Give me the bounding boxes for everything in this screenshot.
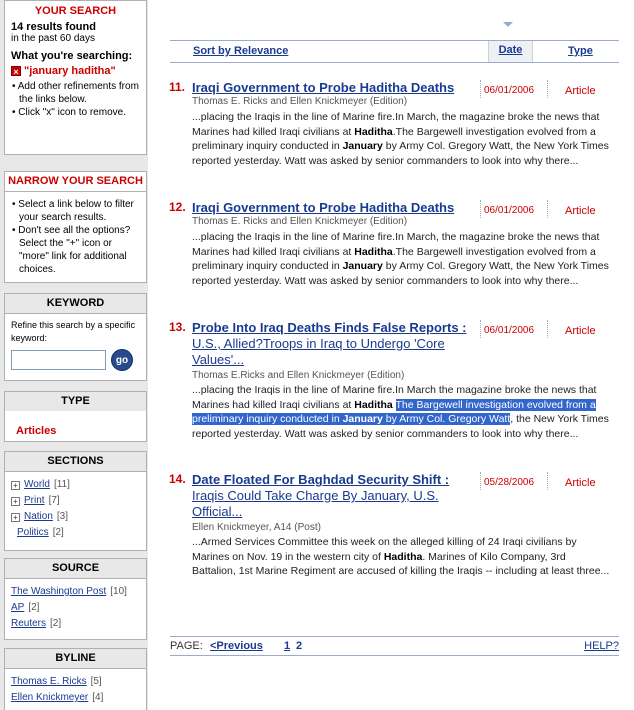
result-snippet: ...placing the Iraqis in the line of Mar… bbox=[192, 231, 609, 287]
source-box: SOURCE The Washington Post [10] AP [2] Reu… bbox=[4, 558, 147, 640]
keyword-desc: Refine this search by a specific keyword… bbox=[11, 320, 136, 343]
byline-link-knickmeyer[interactable]: Ellen Knickmeyer bbox=[11, 690, 88, 706]
tip-item: • Don't see all the options? Select the … bbox=[12, 225, 131, 275]
plus-icon[interactable]: + bbox=[11, 512, 20, 522]
byline-title: BYLINE bbox=[5, 649, 146, 669]
previous-page-link[interactable]: <Previous bbox=[210, 640, 263, 652]
pager: PAGE: <Previous 1 2 HELP? bbox=[170, 636, 619, 656]
result-byline: Thomas E. Ricks and Ellen Knickmeyer (Ed… bbox=[192, 216, 408, 227]
result-snippet: ...Armed Services Committee this week on… bbox=[192, 536, 610, 577]
page-2-current: 2 bbox=[296, 640, 303, 652]
result-number: 12. bbox=[169, 200, 186, 214]
result-date: 06/01/2006 bbox=[484, 205, 535, 216]
result-date: 06/01/2006 bbox=[484, 325, 535, 336]
result-number: 13. bbox=[169, 320, 186, 334]
result-type: Article bbox=[565, 205, 596, 217]
result-title-link[interactable]: Iraqi Government to Probe Haditha Deaths bbox=[192, 80, 474, 96]
result-date: 06/01/2006 bbox=[484, 85, 535, 96]
byline-item: Ellen Knickmeyer [4] bbox=[11, 690, 140, 706]
result-type: Article bbox=[565, 477, 596, 489]
keyword-title: KEYWORD bbox=[5, 294, 146, 314]
section-item-world: + World [11] bbox=[11, 477, 140, 493]
result-byline: Thomas E. Ricks and Ellen Knickmeyer (Ed… bbox=[192, 96, 408, 107]
sort-indicator-icon bbox=[503, 22, 513, 27]
keyword-input[interactable] bbox=[11, 350, 106, 370]
sort-date-link[interactable]: Date bbox=[499, 44, 523, 56]
source-item: Reuters [2] bbox=[11, 616, 140, 632]
result-type: Article bbox=[565, 85, 596, 97]
narrow-search-box: NARROW YOUR SEARCH • Select a link below… bbox=[4, 171, 147, 283]
search-term: × "january haditha" bbox=[5, 65, 146, 77]
keyword-box: KEYWORD Refine this search by a specific… bbox=[4, 293, 147, 381]
result-title-link[interactable]: Probe Into Iraq Deaths Finds False Repor… bbox=[192, 320, 467, 335]
section-item-nation: + Nation [3] bbox=[11, 509, 140, 525]
sections-title: SECTIONS bbox=[5, 452, 146, 472]
sections-box: SECTIONS + World [11] + Print [7] + Nation [3]… bbox=[4, 451, 147, 551]
narrow-search-title: NARROW YOUR SEARCH bbox=[5, 172, 146, 192]
source-link-reuters[interactable]: Reuters bbox=[11, 616, 46, 632]
source-link-washington-post[interactable]: The Washington Post bbox=[11, 584, 106, 600]
byline-box: BYLINE Thomas E. Ricks [5] Ellen Knickmey… bbox=[4, 648, 147, 710]
type-value: Articles bbox=[16, 425, 57, 437]
sidebar: YOUR SEARCH 14 results found in the past… bbox=[0, 0, 148, 710]
plus-icon[interactable]: + bbox=[11, 496, 20, 506]
page-1-link[interactable]: 1 bbox=[284, 640, 290, 652]
source-title: SOURCE bbox=[5, 559, 146, 579]
search-tips: • Add other refinements from the links b… bbox=[5, 80, 146, 119]
sort-bar: Sort by Relevance Date Type bbox=[170, 40, 619, 63]
result-number: 11. bbox=[169, 80, 186, 94]
plus-icon[interactable]: + bbox=[11, 480, 20, 490]
source-link-ap[interactable]: AP bbox=[11, 600, 24, 616]
result-title-link[interactable]: Iraqi Government to Probe Haditha Deaths bbox=[192, 200, 474, 216]
pager-label: PAGE: bbox=[170, 640, 203, 652]
your-search-title: YOUR SEARCH bbox=[34, 5, 117, 17]
results-count: 14 results found bbox=[11, 21, 96, 33]
searching-label: What you're searching: bbox=[11, 50, 133, 62]
byline-link-ricks[interactable]: Thomas E. Ricks bbox=[11, 674, 87, 690]
section-item-print: + Print [7] bbox=[11, 493, 140, 509]
section-item-politics: Politics [2] bbox=[11, 525, 140, 541]
result-number: 14. bbox=[169, 472, 186, 486]
result-subtitle-link[interactable]: Iraqis Could Take Charge By January, U.S… bbox=[192, 488, 439, 519]
type-box: TYPE Articles bbox=[4, 391, 147, 442]
section-link-print[interactable]: Print bbox=[24, 493, 45, 509]
result-subtitle-link[interactable]: U.S., Allied?Troops in Iraq to Undergo '… bbox=[192, 336, 445, 367]
result-title-link[interactable]: Date Floated For Baghdad Security Shift … bbox=[192, 472, 449, 487]
remove-x-icon[interactable]: × bbox=[11, 66, 21, 77]
search-term-text: "january haditha" bbox=[24, 65, 116, 77]
source-item: AP [2] bbox=[11, 600, 140, 616]
sort-type-link[interactable]: Type bbox=[568, 45, 593, 57]
section-link-nation[interactable]: Nation bbox=[24, 509, 53, 525]
result-snippet: ...placing the Iraqis in the line of Mar… bbox=[192, 111, 609, 167]
sort-date-tab[interactable]: Date bbox=[488, 41, 533, 62]
tip-item: • Click "x" icon to remove. bbox=[12, 107, 126, 118]
tip-item: • Select a link below to filter your sea… bbox=[12, 199, 134, 223]
section-link-world[interactable]: World bbox=[24, 477, 50, 493]
section-link-politics[interactable]: Politics bbox=[17, 525, 49, 541]
help-link[interactable]: HELP? bbox=[584, 640, 619, 652]
result-byline: Thomas E.Ricks and Ellen Knickmeyer (Edi… bbox=[192, 370, 405, 381]
type-title: TYPE bbox=[5, 392, 146, 411]
sort-by-relevance-link[interactable]: Sort by Relevance bbox=[193, 45, 288, 57]
your-search-box: YOUR SEARCH 14 results found in the past… bbox=[4, 0, 147, 155]
result-byline: Ellen Knickmeyer, A14 (Post) bbox=[192, 522, 321, 533]
narrow-tips: • Select a link below to filter your sea… bbox=[5, 198, 146, 276]
byline-item: Thomas E. Ricks [5] bbox=[11, 674, 140, 690]
go-button[interactable]: go bbox=[111, 349, 133, 371]
tip-item: • Add other refinements from the links b… bbox=[12, 81, 139, 105]
timeframe: in the past 60 days bbox=[11, 33, 95, 44]
result-type: Article bbox=[565, 325, 596, 337]
result-snippet: ...placing the Iraqis in the line of Mar… bbox=[192, 384, 609, 440]
result-date: 05/28/2006 bbox=[484, 477, 535, 488]
source-item: The Washington Post [10] bbox=[11, 584, 140, 600]
